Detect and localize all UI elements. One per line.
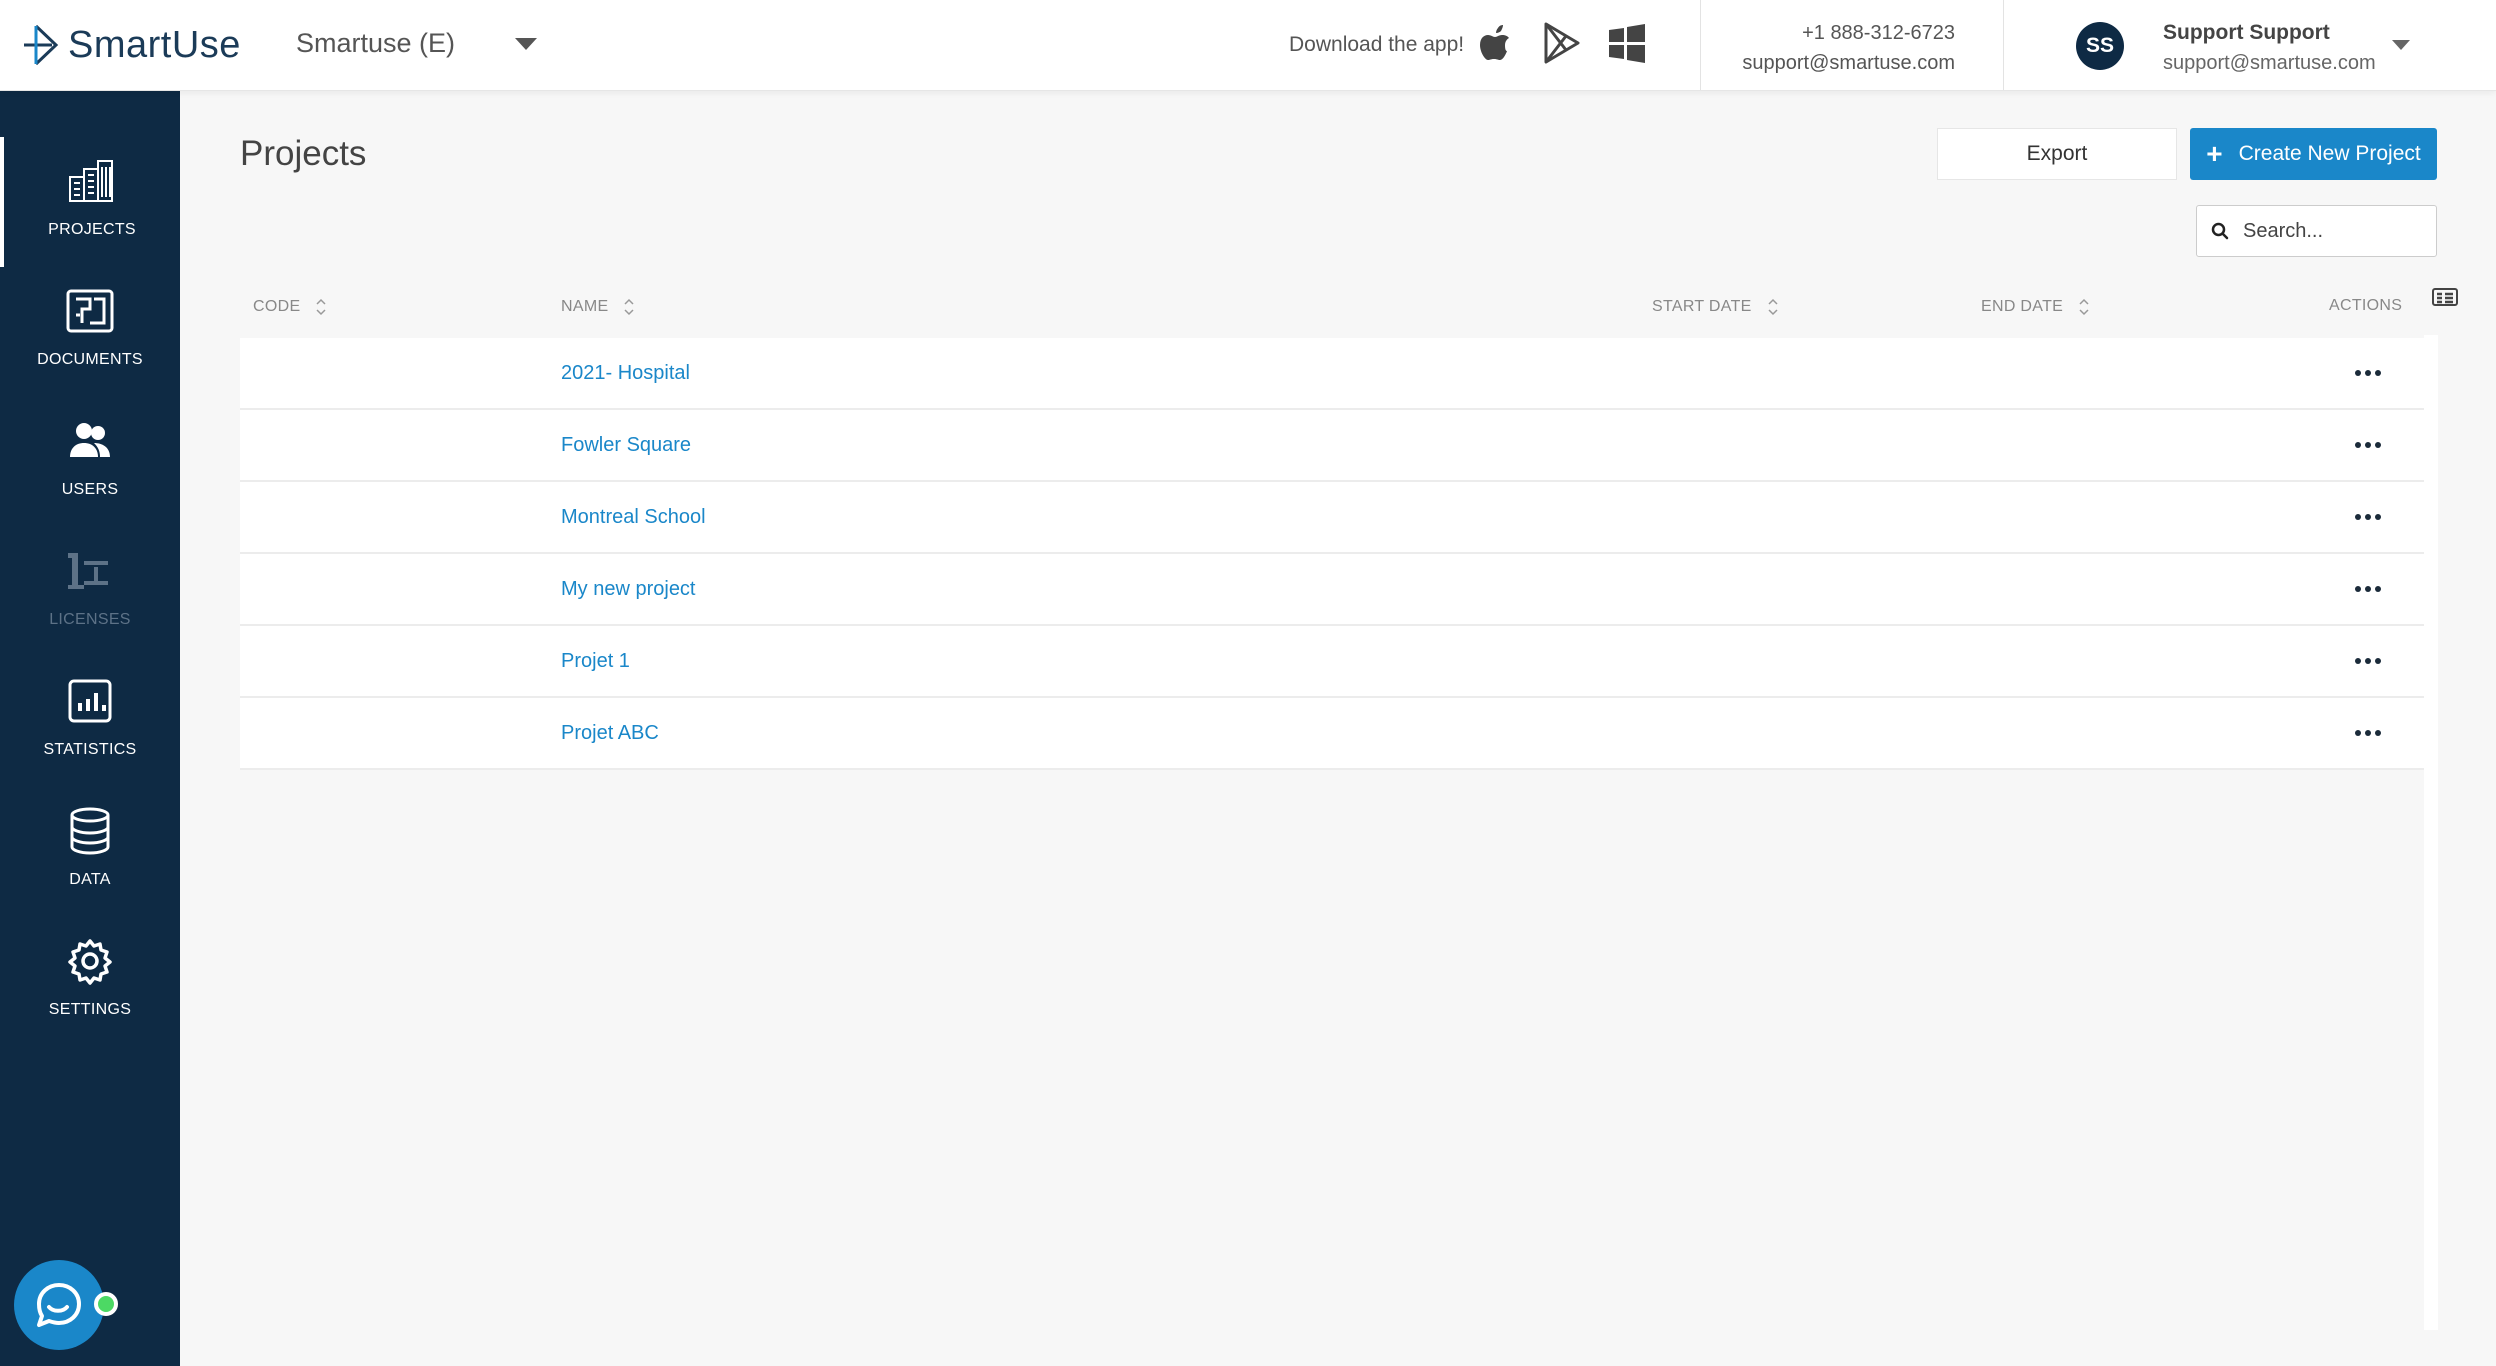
table-row[interactable]: Projet 1 [240, 626, 2424, 698]
sidebar-item-label: DATA [69, 871, 111, 889]
row-actions-button[interactable] [2348, 720, 2388, 746]
table-header: CODE NAME START DATE END DATE ACTIONS [240, 285, 2424, 335]
top-bar: SmartUse Smartuse (E) Download the app! … [0, 0, 2496, 91]
sidebar-item-label: DOCUMENTS [37, 351, 143, 369]
chevron-down-icon [515, 38, 537, 50]
header-divider [1700, 0, 1701, 90]
user-menu[interactable]: Support Support support@smartuse.com [2163, 18, 2376, 78]
more-options-icon [2355, 730, 2381, 736]
search-icon [2211, 222, 2229, 240]
column-label: NAME [561, 298, 608, 316]
apple-icon[interactable] [1476, 20, 1518, 66]
database-icon [64, 805, 116, 857]
row-actions-button[interactable] [2348, 648, 2388, 674]
row-actions-button[interactable] [2348, 576, 2388, 602]
row-actions-button[interactable] [2348, 432, 2388, 458]
column-header-actions: ACTIONS [2329, 297, 2402, 315]
sidebar: PROJECTS DOCUMENTS USERS LICENSES STATIS… [0, 91, 180, 1366]
sort-icon [1768, 297, 1778, 317]
plus-icon: + [2206, 140, 2222, 168]
column-label: START DATE [1652, 298, 1752, 316]
sidebar-item-data[interactable]: DATA [0, 787, 180, 917]
table-row[interactable]: 2021- Hospital [240, 338, 2424, 410]
logo-text: SmartUse [68, 24, 241, 67]
more-options-icon [2355, 370, 2381, 376]
chat-icon [31, 1277, 87, 1333]
smartuse-logo[interactable]: SmartUse [22, 20, 241, 70]
online-status-indicator [94, 1292, 118, 1316]
column-label: END DATE [1981, 298, 2063, 316]
header-divider [2003, 0, 2004, 90]
column-header-code[interactable]: CODE [253, 297, 326, 317]
projects-table: 2021- Hospital Fowler Square Montreal Sc… [240, 338, 2424, 770]
column-label: ACTIONS [2329, 297, 2402, 315]
download-app-label: Download the app! [1289, 33, 1464, 57]
support-contact: +1 888-312-6723 support@smartuse.com [1742, 18, 1955, 78]
gear-icon [64, 935, 116, 987]
project-name-link[interactable]: Montreal School [561, 506, 706, 529]
sidebar-item-label: PROJECTS [48, 221, 136, 239]
project-name-link[interactable]: 2021- Hospital [561, 362, 690, 385]
blueprint-icon [64, 285, 116, 337]
scrollbar-track[interactable] [2424, 335, 2438, 1330]
column-settings-icon[interactable] [2432, 287, 2458, 307]
project-name-link[interactable]: My new project [561, 578, 696, 601]
more-options-icon [2355, 442, 2381, 448]
row-actions-button[interactable] [2348, 360, 2388, 386]
sidebar-item-settings[interactable]: SETTINGS [0, 917, 180, 1047]
sidebar-item-documents[interactable]: DOCUMENTS [0, 267, 180, 397]
licenses-icon [64, 545, 116, 597]
project-name-link[interactable]: Fowler Square [561, 434, 691, 457]
support-phone[interactable]: +1 888-312-6723 [1742, 18, 1955, 48]
support-email[interactable]: support@smartuse.com [1742, 48, 1955, 78]
project-name-link[interactable]: Projet ABC [561, 722, 659, 745]
column-header-end-date[interactable]: END DATE [1981, 297, 2089, 317]
sidebar-item-statistics[interactable]: STATISTICS [0, 657, 180, 787]
sidebar-item-label: STATISTICS [43, 741, 136, 759]
windows-icon[interactable] [1606, 20, 1648, 66]
create-new-project-button[interactable]: + Create New Project [2190, 128, 2437, 180]
page-title: Projects [240, 134, 366, 174]
create-new-project-label: Create New Project [2239, 142, 2421, 166]
row-actions-button[interactable] [2348, 504, 2388, 530]
buildings-icon [66, 155, 118, 207]
sort-icon [624, 297, 634, 317]
more-options-icon [2355, 658, 2381, 664]
users-icon [64, 415, 116, 467]
avatar[interactable]: SS [2076, 22, 2124, 70]
user-email: support@smartuse.com [2163, 48, 2376, 78]
sidebar-item-users[interactable]: USERS [0, 397, 180, 527]
chevron-down-icon[interactable] [2392, 40, 2410, 50]
sidebar-item-projects[interactable]: PROJECTS [0, 137, 180, 267]
sidebar-item-licenses[interactable]: LICENSES [0, 527, 180, 657]
sort-icon [2079, 297, 2089, 317]
column-label: CODE [253, 298, 300, 316]
google-play-icon[interactable] [1540, 20, 1582, 66]
sidebar-item-label: LICENSES [49, 611, 131, 629]
search-input[interactable] [2243, 220, 2423, 243]
table-row[interactable]: Montreal School [240, 482, 2424, 554]
sort-icon [316, 297, 326, 317]
table-row[interactable]: Projet ABC [240, 698, 2424, 770]
more-options-icon [2355, 586, 2381, 592]
more-options-icon [2355, 514, 2381, 520]
search-field [2196, 205, 2437, 257]
logo-mark-icon [22, 22, 64, 68]
column-header-start-date[interactable]: START DATE [1652, 297, 1778, 317]
organization-name: Smartuse (E) [296, 28, 455, 59]
organization-select[interactable]: Smartuse (E) [296, 28, 537, 59]
project-name-link[interactable]: Projet 1 [561, 650, 630, 673]
chat-button[interactable] [14, 1260, 104, 1350]
user-name: Support Support [2163, 18, 2376, 48]
bar-chart-icon [64, 675, 116, 727]
sidebar-item-label: SETTINGS [49, 1001, 131, 1019]
table-row[interactable]: Fowler Square [240, 410, 2424, 482]
export-button[interactable]: Export [1937, 128, 2177, 180]
sidebar-item-label: USERS [62, 481, 119, 499]
table-row[interactable]: My new project [240, 554, 2424, 626]
column-header-name[interactable]: NAME [561, 297, 634, 317]
